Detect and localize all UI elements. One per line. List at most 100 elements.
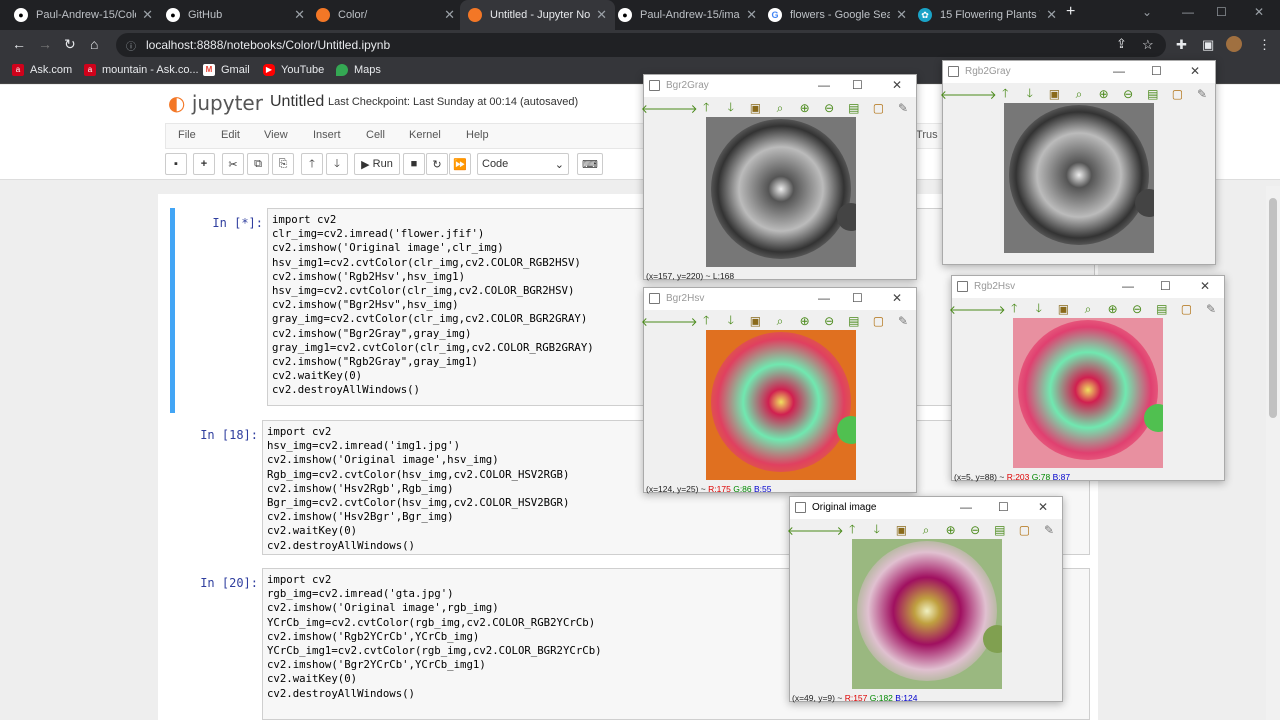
bookmark-maps[interactable]: Maps [336,64,381,76]
zoom-region-icon[interactable]: ⌕ [1079,300,1097,318]
close-icon[interactable]: ✕ [444,7,455,23]
home-icon[interactable]: ⌂ [90,36,98,52]
zoom-out-icon[interactable]: ⊖ [1128,300,1146,318]
pan-right-icon[interactable]: 🡒 [666,99,698,117]
notebook-name[interactable]: Untitled [270,93,324,111]
zoom-out-icon[interactable]: ⊖ [820,99,838,117]
url-input[interactable]: ⓘ localhost:8888/notebooks/Color/Untitled… [116,33,1166,57]
reload-icon[interactable]: ↻ [64,36,76,53]
sidepanel-icon[interactable]: ▣ [1202,37,1214,53]
close-window-icon[interactable]: ✕ [1254,5,1264,19]
menu-help[interactable]: Help [466,129,489,141]
page-scrollbar[interactable] [1266,186,1280,720]
pan-left-icon[interactable]: 🡐 [641,312,673,330]
settings-icon[interactable]: ✎ [1193,85,1211,103]
close-icon[interactable]: ✕ [896,7,907,23]
zoom-region-icon[interactable]: ⌕ [771,99,789,117]
close-icon[interactable]: ✕ [892,291,902,305]
zoom-fit-icon[interactable]: ▣ [746,312,764,330]
move-down-button[interactable]: 🡓 [326,153,348,175]
stop-button[interactable]: ■ [403,153,425,175]
menu-dots-icon[interactable]: ⋮ [1258,37,1271,53]
flower-image-original[interactable] [852,539,1002,689]
settings-icon[interactable]: ✎ [1040,521,1058,539]
minimize-icon[interactable]: — [1182,5,1194,19]
properties-icon[interactable]: ▢ [1168,85,1186,103]
jupyter-logo[interactable]: ◐ jupyter [168,91,263,115]
restart-button[interactable]: ↻ [426,153,448,175]
zoom-region-icon[interactable]: ⌕ [917,521,935,539]
tab-github[interactable]: ● GitHub ✕ [158,0,313,30]
window-titlebar[interactable]: Bgr2Gray — ☐ ✕ [644,75,916,97]
window-titlebar[interactable]: Bgr2Hsv — ☐ ✕ [644,288,916,310]
pan-down-icon[interactable]: 🡓 [868,521,886,539]
opencv-window-bgr2gray[interactable]: Bgr2Gray — ☐ ✕ 🡐 🡒 🡑 🡓 ▣ ⌕ ⊕ ⊖ ▤ ▢ ✎ (x=157, y=220) ~… [641,74,917,281]
menu-insert[interactable]: Insert [313,129,341,141]
maximize-icon[interactable]: ☐ [1160,279,1171,293]
forward-icon[interactable]: → [38,36,52,52]
close-icon[interactable]: ✕ [892,78,902,92]
close-icon[interactable]: ✕ [1190,64,1200,78]
zoom-out-icon[interactable]: ⊖ [820,312,838,330]
pan-down-icon[interactable]: 🡓 [722,99,740,117]
properties-icon[interactable]: ▢ [869,99,887,117]
flower-image-hsv[interactable] [706,330,856,480]
pan-left-icon[interactable]: 🡐 [641,99,673,117]
extensions-icon[interactable]: ✚ [1176,37,1187,53]
tab-github-colo[interactable]: ● Paul-Andrew-15/Colo ✕ [6,0,161,30]
pan-left-icon[interactable]: 🡐 [940,85,972,103]
bookmark-youtube[interactable]: ▶ YouTube [263,64,324,76]
zoom-in-icon[interactable]: ⊕ [942,521,960,539]
pan-down-icon[interactable]: 🡓 [1030,300,1048,318]
maximize-icon[interactable]: ☐ [852,78,863,92]
back-icon[interactable]: ← [12,36,26,52]
zoom-out-icon[interactable]: ⊖ [1119,85,1137,103]
save-icon[interactable]: ▤ [1153,300,1171,318]
minimize-icon[interactable]: — [1122,279,1134,293]
pan-down-icon[interactable]: 🡓 [1021,85,1039,103]
share-icon[interactable]: ⇪ [1116,36,1127,52]
run-button[interactable]: ▶ Run [354,153,400,175]
properties-icon[interactable]: ▢ [1015,521,1033,539]
tab-google-flowers[interactable]: Gflowers - Google Sear ✕ [760,0,915,30]
window-titlebar[interactable]: Rgb2Hsv — ☐ ✕ [952,276,1224,298]
tab-flowering-plants[interactable]: ✿ 15 Flowering Plants W ✕ [910,0,1065,30]
flower-image-gray[interactable] [706,117,856,267]
opencv-window-bgr2hsv[interactable]: Bgr2Hsv — ☐ ✕ 🡐 🡒 🡑 🡓 ▣ ⌕ ⊕ ⊖ ▤ ▢ ✎ (x=124, y=25) ~ R… [641,287,917,494]
close-icon[interactable]: ✕ [746,7,757,23]
avatar[interactable] [1226,36,1242,52]
zoom-fit-icon[interactable]: ▣ [892,521,910,539]
chevron-down-icon[interactable]: ⌄ [1142,5,1152,19]
close-icon[interactable]: ✕ [294,7,305,23]
menu-kernel[interactable]: Kernel [409,129,441,141]
save-icon[interactable]: ▤ [845,312,863,330]
pan-up-icon[interactable]: 🡑 [1005,300,1023,318]
zoom-in-icon[interactable]: ⊕ [1104,300,1122,318]
pan-right-icon[interactable]: 🡒 [812,521,844,539]
settings-icon[interactable]: ✎ [1202,300,1220,318]
maximize-icon[interactable]: ☐ [1216,5,1227,19]
zoom-in-icon[interactable]: ⊕ [796,312,814,330]
menu-file[interactable]: File [178,129,196,141]
menu-view[interactable]: View [264,129,288,141]
flower-image-hsv[interactable] [1013,318,1163,468]
window-titlebar[interactable]: Rgb2Gray — ☐ ✕ [943,61,1215,83]
save-icon[interactable]: ▤ [991,521,1009,539]
maximize-icon[interactable]: ☐ [852,291,863,305]
cut-button[interactable]: ✂ [222,153,244,175]
properties-icon[interactable]: ▢ [869,312,887,330]
bookmark-gmail[interactable]: M Gmail [203,64,250,76]
zoom-in-icon[interactable]: ⊕ [796,99,814,117]
settings-icon[interactable]: ✎ [894,312,912,330]
bookmark-mountain[interactable]: a mountain - Ask.co... [84,64,199,76]
zoom-fit-icon[interactable]: ▣ [746,99,764,117]
minimize-icon[interactable]: — [1113,64,1125,78]
menu-cell[interactable]: Cell [366,129,385,141]
maximize-icon[interactable]: ☐ [998,500,1009,514]
minimize-icon[interactable]: — [818,291,830,305]
tab-github-imag[interactable]: ● Paul-Andrew-15/imag ✕ [610,0,765,30]
flower-image-gray[interactable] [1004,103,1154,253]
close-icon[interactable]: ✕ [1038,500,1048,514]
maximize-icon[interactable]: ☐ [1151,64,1162,78]
window-titlebar[interactable]: Original image — ☐ ✕ [790,497,1062,519]
